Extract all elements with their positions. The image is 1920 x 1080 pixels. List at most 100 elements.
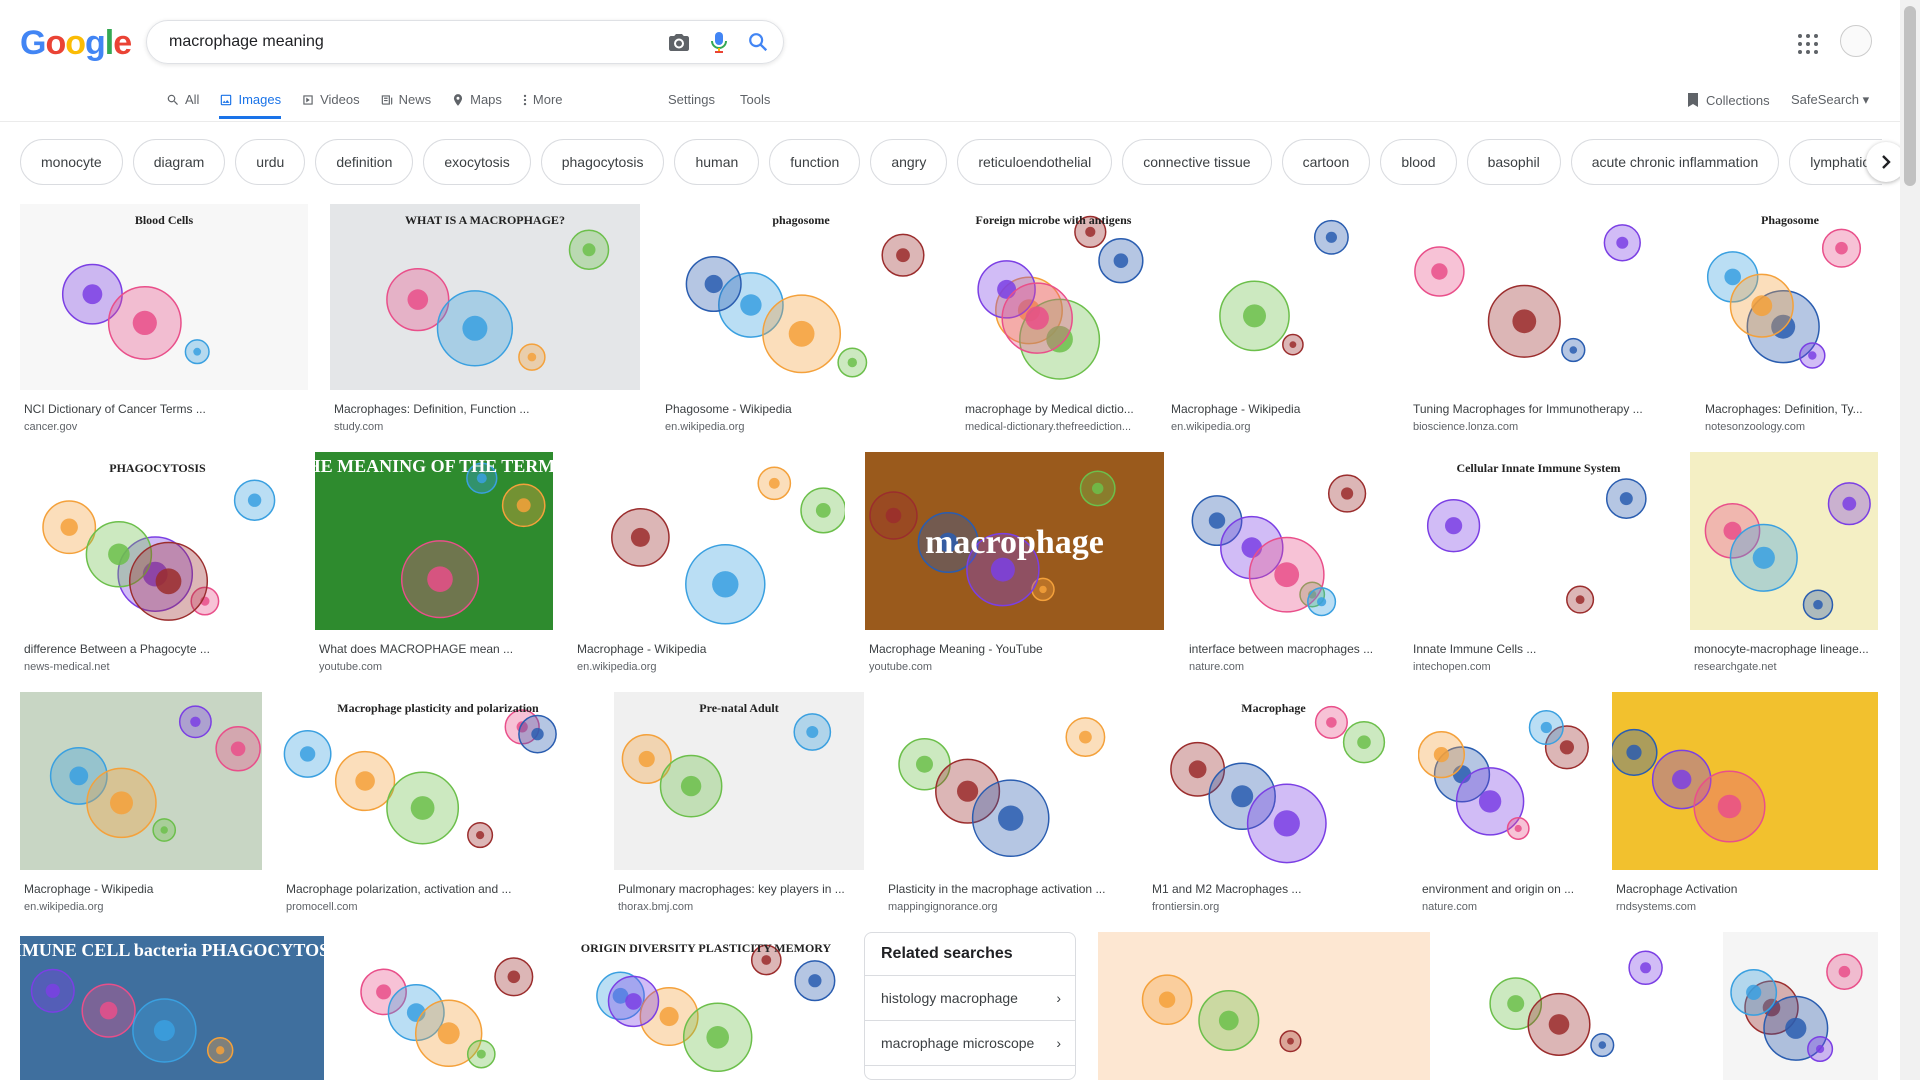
result-thumbnail[interactable]: macrophage: [865, 452, 1164, 630]
settings-link[interactable]: Settings: [668, 92, 715, 107]
microphone-icon[interactable]: [709, 30, 729, 54]
result-thumbnail[interactable]: PHAGOCYTOSIS: [20, 452, 295, 630]
image-result[interactable]: Macrophage - Wikipedia en.wikipedia.org: [1167, 204, 1389, 433]
image-result[interactable]: [1453, 932, 1698, 1080]
account-avatar[interactable]: [1840, 25, 1872, 57]
image-result[interactable]: Cellular Innate Immune System Innate Immu…: [1409, 452, 1668, 673]
chip[interactable]: acute chronic inflammation: [1570, 139, 1780, 185]
result-title[interactable]: interface between macrophages ...: [1185, 642, 1390, 656]
chip[interactable]: reticuloendothelial: [957, 139, 1113, 185]
result-thumbnail[interactable]: Macrophage plasticity and polarization: [282, 692, 594, 870]
result-thumbnail[interactable]: [1098, 932, 1430, 1080]
result-thumbnail[interactable]: [1690, 452, 1878, 630]
result-thumbnail[interactable]: WHAT IS A MACROPHAGE?: [330, 204, 640, 390]
google-logo[interactable]: Google: [20, 24, 132, 63]
image-result[interactable]: Pre-natal Adult Pulmonary macrophages: ke…: [614, 692, 864, 913]
tab-more[interactable]: More: [522, 88, 563, 119]
result-title[interactable]: monocyte-macrophage lineage...: [1690, 642, 1878, 656]
result-thumbnail[interactable]: [1185, 452, 1390, 630]
image-result[interactable]: Blood Cells NCI Dictionary of Cancer Term…: [20, 204, 308, 433]
result-thumbnail[interactable]: ORIGIN DIVERSITY PLASTICITY MEMORY: [571, 932, 841, 1080]
result-thumbnail[interactable]: [1418, 692, 1591, 870]
image-result[interactable]: [350, 932, 544, 1080]
related-search-item[interactable]: histology macrophage ›: [865, 976, 1075, 1021]
result-title[interactable]: difference Between a Phagocyte ...: [20, 642, 295, 656]
result-thumbnail[interactable]: [1612, 692, 1878, 870]
chip[interactable]: blood: [1380, 139, 1457, 185]
tab-news[interactable]: News: [380, 88, 431, 119]
image-result[interactable]: ORIGIN DIVERSITY PLASTICITY MEMORY: [571, 932, 841, 1080]
image-result[interactable]: Tuning Macrophages for Immunotherapy ...…: [1409, 204, 1681, 433]
image-result[interactable]: monocyte-macrophage lineage... researchga…: [1690, 452, 1878, 673]
image-result[interactable]: environment and origin on ... nature.com: [1418, 692, 1591, 913]
tab-videos[interactable]: Videos: [301, 88, 360, 119]
image-result[interactable]: Macrophage plasticity and polarization Ma…: [282, 692, 594, 913]
chip[interactable]: monocyte: [20, 139, 123, 185]
result-thumbnail[interactable]: WHAT IS THE MEANING OF THE TERM macropha…: [315, 452, 553, 630]
image-result[interactable]: phagosome Phagosome - Wikipedia en.wikiped…: [661, 204, 941, 433]
image-result[interactable]: interface between macrophages ... nature.…: [1185, 452, 1390, 673]
image-result[interactable]: Macrophage Activation rndsystems.com: [1612, 692, 1878, 913]
safesearch-dropdown[interactable]: SafeSearch ▾: [1791, 92, 1869, 108]
image-result[interactable]: IMMUNE CELL bacteria PHAGOCYTOSIS: [20, 936, 324, 1080]
tab-maps[interactable]: Maps: [451, 88, 502, 119]
chip[interactable]: cartoon: [1281, 139, 1371, 185]
tab-images[interactable]: Images: [219, 88, 282, 119]
chip[interactable]: connective tissue: [1122, 139, 1272, 185]
chip[interactable]: phagocytosis: [540, 139, 665, 185]
chip[interactable]: definition: [315, 139, 414, 185]
collections-link[interactable]: Collections: [1686, 92, 1770, 108]
chip[interactable]: human: [674, 139, 760, 185]
result-title[interactable]: Innate Immune Cells ...: [1409, 642, 1668, 656]
image-result[interactable]: PHAGOCYTOSIS difference Between a Phagocy…: [20, 452, 295, 673]
tools-link[interactable]: Tools: [740, 92, 770, 107]
result-thumbnail[interactable]: [1723, 932, 1878, 1080]
result-thumbnail[interactable]: [1453, 932, 1698, 1080]
result-thumbnail[interactable]: [1167, 204, 1389, 390]
chip[interactable]: exocytosis: [423, 139, 531, 185]
result-title[interactable]: Pulmonary macrophages: key players in ..…: [614, 882, 864, 896]
related-search-item[interactable]: macrophage microscope ›: [865, 1021, 1075, 1066]
result-title[interactable]: Macrophages: Definition, Function ...: [330, 402, 640, 416]
camera-icon[interactable]: [667, 30, 691, 54]
result-thumbnail[interactable]: phagosome: [661, 204, 941, 390]
image-result[interactable]: Plasticity in the macrophage activation …: [884, 692, 1128, 913]
result-title[interactable]: Macrophage - Wikipedia: [1167, 402, 1389, 416]
result-thumbnail[interactable]: Foreign microbe with antigens: [961, 204, 1146, 390]
result-title[interactable]: Macrophage - Wikipedia: [573, 642, 845, 656]
result-title[interactable]: Tuning Macrophages for Immunotherapy ...: [1409, 402, 1681, 416]
result-thumbnail[interactable]: [350, 932, 544, 1080]
result-thumbnail[interactable]: IMMUNE CELL bacteria PHAGOCYTOSIS: [20, 936, 324, 1080]
result-thumbnail[interactable]: [1409, 204, 1681, 390]
tab-all[interactable]: All: [166, 88, 199, 119]
result-title[interactable]: Macrophage Meaning - YouTube: [865, 642, 1164, 656]
result-title[interactable]: macrophage by Medical dictio...: [961, 402, 1146, 416]
chip[interactable]: diagram: [132, 139, 226, 185]
scrollbar-thumb[interactable]: [1904, 6, 1916, 186]
chip[interactable]: basophil: [1466, 139, 1561, 185]
result-title[interactable]: Macrophage polarization, activation and …: [282, 882, 594, 896]
chip[interactable]: urdu: [235, 139, 306, 185]
image-result[interactable]: Phagosome Macrophages: Definition, Ty... n…: [1701, 204, 1879, 433]
result-title[interactable]: Plasticity in the macrophage activation …: [884, 882, 1128, 896]
image-result[interactable]: Foreign microbe with antigens macrophage …: [961, 204, 1146, 433]
image-result[interactable]: WHAT IS THE MEANING OF THE TERM macropha…: [315, 452, 553, 673]
search-icon[interactable]: [747, 31, 769, 53]
result-thumbnail[interactable]: Cellular Innate Immune System: [1409, 452, 1668, 630]
chip[interactable]: angry: [870, 139, 948, 185]
apps-grid-icon[interactable]: [1796, 32, 1820, 56]
result-title[interactable]: Macrophages: Definition, Ty...: [1701, 402, 1879, 416]
result-thumbnail[interactable]: Pre-natal Adult: [614, 692, 864, 870]
image-result[interactable]: Macrophage - Wikipedia en.wikipedia.org: [573, 452, 845, 673]
result-title[interactable]: NCI Dictionary of Cancer Terms ...: [20, 402, 308, 416]
result-thumbnail[interactable]: Phagosome: [1701, 204, 1879, 390]
image-result[interactable]: [1098, 932, 1430, 1080]
search-input[interactable]: [167, 32, 651, 52]
image-result[interactable]: macrophage Macrophage Meaning - YouTube yo…: [865, 452, 1164, 673]
chip[interactable]: function: [769, 139, 861, 185]
result-title[interactable]: Macrophage Activation: [1612, 882, 1878, 896]
result-title[interactable]: What does MACROPHAGE mean ...: [315, 642, 553, 656]
result-thumbnail[interactable]: Blood Cells: [20, 204, 308, 390]
result-title[interactable]: environment and origin on ...: [1418, 882, 1591, 896]
result-thumbnail[interactable]: Macrophage: [1148, 692, 1399, 870]
